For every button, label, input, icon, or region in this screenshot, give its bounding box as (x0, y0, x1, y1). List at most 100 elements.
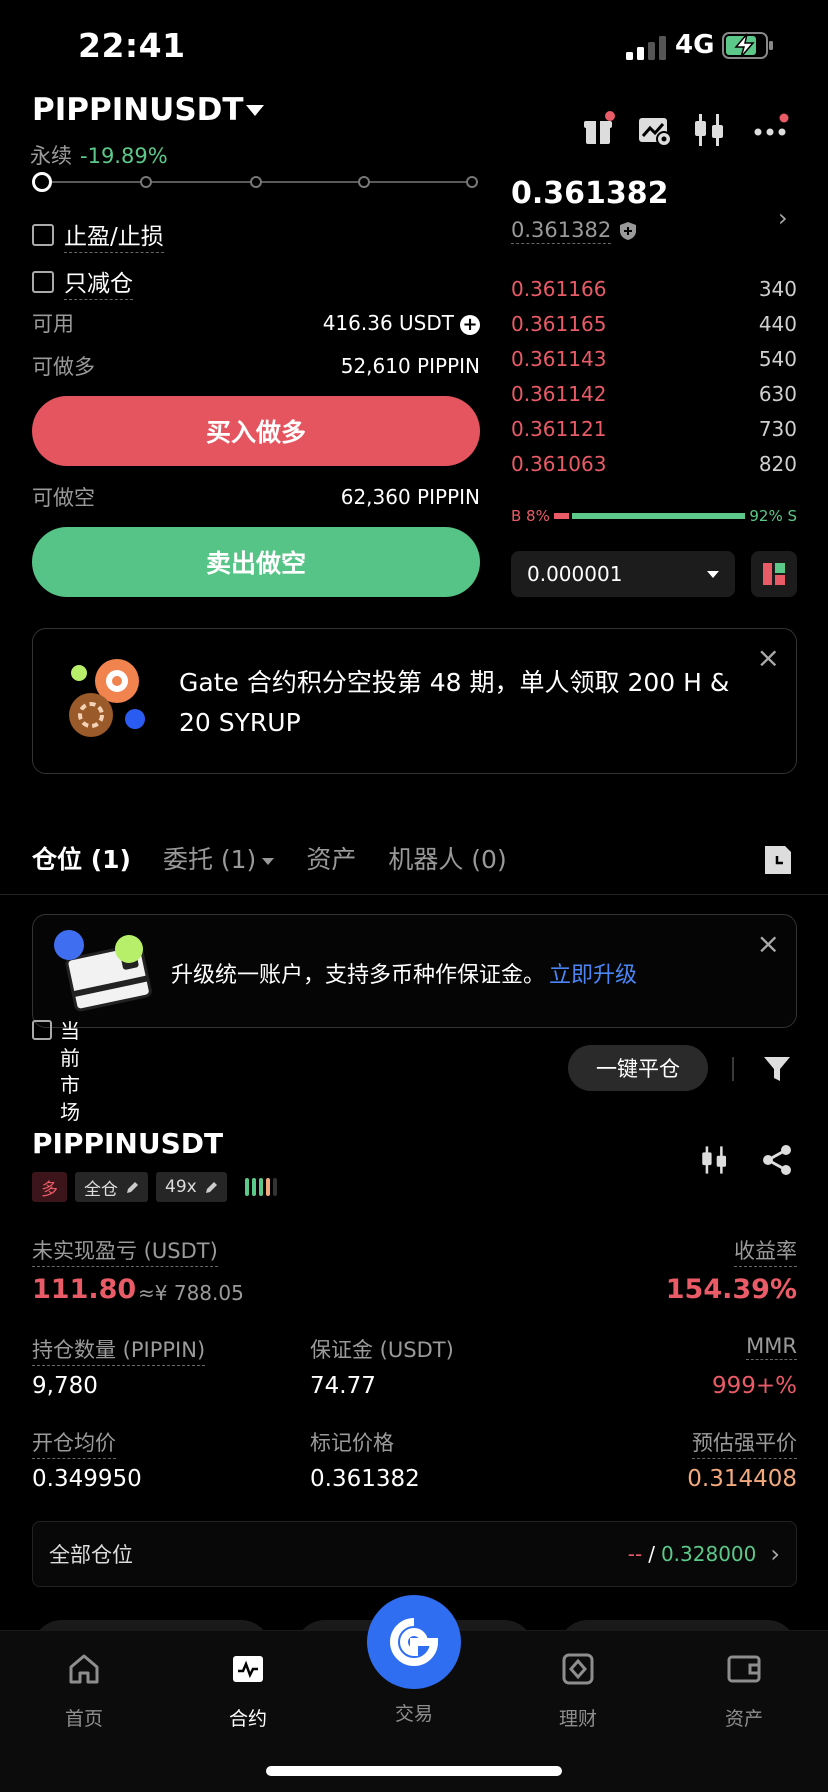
tp-sl-checkbox[interactable] (32, 224, 54, 246)
precision-select[interactable]: 0.000001 (511, 551, 735, 597)
mark-price[interactable]: 0.361382 (511, 218, 612, 244)
ask-qty: 730 (758, 417, 797, 441)
close-icon[interactable]: × (757, 927, 780, 960)
leverage-slider[interactable] (32, 172, 480, 192)
tpsl-separator: / (648, 1542, 655, 1566)
side-tag: 多 (32, 1172, 67, 1202)
entry-price-value: 0.349950 (32, 1466, 142, 1492)
current-market-filter[interactable]: 当前市场 (32, 1018, 84, 1126)
airdrop-coins-icon (69, 659, 145, 737)
mmr-label: MMR (746, 1334, 797, 1360)
slider-stop[interactable] (250, 176, 262, 188)
gift-icon[interactable] (578, 110, 618, 150)
position-tags: 多 全仓 49x (32, 1172, 277, 1202)
leverage-label: 49x (165, 1177, 197, 1197)
buy-ratio-fill (553, 513, 570, 519)
reduce-only-label: 只减仓 (64, 264, 133, 300)
ask-price: 0.361142 (511, 382, 607, 406)
home-icon (69, 1654, 99, 1684)
shield-icon (620, 222, 636, 240)
candlestick-icon[interactable] (698, 1143, 732, 1177)
reduce-only-checkbox[interactable] (32, 271, 54, 293)
ask-qty: 540 (758, 347, 797, 371)
liquidation-price-label: 预估强平价 (692, 1427, 797, 1459)
trade-fab-button[interactable] (367, 1595, 461, 1689)
all-positions-label: 全部仓位 (49, 1543, 133, 1567)
buy-sell-ratio: B 8% 92% S (511, 506, 797, 526)
available-label: 可用 (32, 312, 74, 336)
promo-text: Gate 合约积分空投第 48 期，单人领取 200 H & 20 SYRUP (179, 668, 730, 737)
chevron-right-icon[interactable]: › (778, 204, 788, 232)
sell-short-button[interactable]: 卖出做空 (32, 527, 480, 597)
available-row: 可用 416.36 USDT + (32, 308, 480, 338)
take-profit-value: -- (627, 1542, 643, 1566)
history-icon[interactable] (763, 844, 793, 876)
last-price[interactable]: 0.361382 (511, 176, 669, 211)
futures-icon (233, 1656, 263, 1682)
nav-futures-label: 合约 (228, 1708, 267, 1730)
nav-earn[interactable]: 理财 (518, 1651, 638, 1731)
upgrade-link[interactable]: 立即升级 (549, 963, 637, 988)
price-change: -19.89% (80, 144, 168, 168)
nav-futures[interactable]: 合约 (188, 1651, 308, 1731)
filter-icon[interactable] (762, 1054, 792, 1084)
upgrade-banner[interactable]: 升级统一账户，支持多币种作保证金。 立即升级 × (32, 914, 797, 1028)
margin-label: 保证金 (USDT) (310, 1338, 454, 1362)
ask-row[interactable]: 0.361063 820 (511, 452, 797, 476)
tp-sl-label: 止盈/止损 (64, 217, 164, 253)
wallet-icon (727, 1655, 761, 1683)
unrealized-pnl-label: 未实现盈亏 (USDT) (32, 1235, 218, 1267)
tab-bots[interactable]: 机器人 (0) (388, 840, 506, 876)
nav-home-label: 首页 (64, 1708, 103, 1730)
tab-orders-label: 委托 (1) (162, 845, 257, 874)
liquidation-price-value: 0.314408 (687, 1466, 797, 1492)
ask-row[interactable]: 0.361143 540 (511, 347, 797, 371)
buy-long-button[interactable]: 买入做多 (32, 396, 480, 466)
ask-qty: 440 (758, 312, 797, 336)
margin-mode-label: 全仓 (84, 1179, 118, 1200)
tp-sl-option[interactable]: 止盈/止损 (32, 217, 164, 253)
margin-mode-tag[interactable]: 全仓 (75, 1172, 148, 1202)
share-icon[interactable] (760, 1143, 794, 1177)
pair-selector[interactable]: PIPPINUSDT (32, 92, 244, 128)
current-market-checkbox[interactable] (32, 1020, 52, 1040)
divider (732, 1057, 734, 1081)
ask-row[interactable]: 0.361142 630 (511, 382, 797, 406)
orderbook-layout-icon[interactable] (751, 551, 797, 597)
ratio-bar (553, 513, 746, 519)
reduce-only-option[interactable]: 只减仓 (32, 264, 133, 300)
nav-assets[interactable]: 资产 (684, 1651, 804, 1731)
all-positions-tpsl-row[interactable]: 全部仓位 -- / 0.328000 › (32, 1521, 797, 1587)
slider-stop[interactable] (466, 176, 478, 188)
ask-price: 0.361121 (511, 417, 607, 441)
stop-loss-value: 0.328000 (660, 1542, 757, 1566)
chart-settings-icon[interactable] (634, 110, 674, 150)
promo-banner[interactable]: Gate 合约积分空投第 48 期，单人领取 200 H & 20 SYRUP … (32, 628, 797, 774)
ask-price: 0.361063 (511, 452, 607, 476)
candlestick-icon[interactable] (690, 110, 730, 150)
ask-row[interactable]: 0.361166 340 (511, 277, 797, 301)
ask-price: 0.361143 (511, 347, 607, 371)
slider-stop[interactable] (140, 176, 152, 188)
slider-thumb[interactable] (32, 172, 52, 192)
position-actions (698, 1143, 798, 1177)
position-symbol[interactable]: PIPPINUSDT (32, 1127, 223, 1160)
tab-assets[interactable]: 资产 (306, 840, 356, 876)
risk-level-indicator (244, 1178, 277, 1196)
unrealized-pnl-value: 111.80 (32, 1274, 137, 1305)
max-long-label: 可做多 (32, 355, 95, 379)
ask-row[interactable]: 0.361165 440 (511, 312, 797, 336)
ask-qty: 340 (758, 277, 797, 301)
close-icon[interactable]: × (757, 641, 780, 674)
roe-value: 154.39% (665, 1274, 797, 1305)
pair-dropdown-icon[interactable] (246, 105, 264, 116)
slider-stop[interactable] (358, 176, 370, 188)
nav-home[interactable]: 首页 (24, 1651, 144, 1731)
ask-row[interactable]: 0.361121 730 (511, 417, 797, 441)
close-all-button[interactable]: 一键平仓 (568, 1045, 708, 1091)
tab-positions[interactable]: 仓位 (1) (32, 840, 131, 876)
more-icon[interactable] (750, 110, 790, 150)
tab-orders[interactable]: 委托 (1) (162, 840, 275, 876)
leverage-tag[interactable]: 49x (156, 1172, 227, 1202)
transfer-plus-icon[interactable]: + (460, 314, 480, 335)
